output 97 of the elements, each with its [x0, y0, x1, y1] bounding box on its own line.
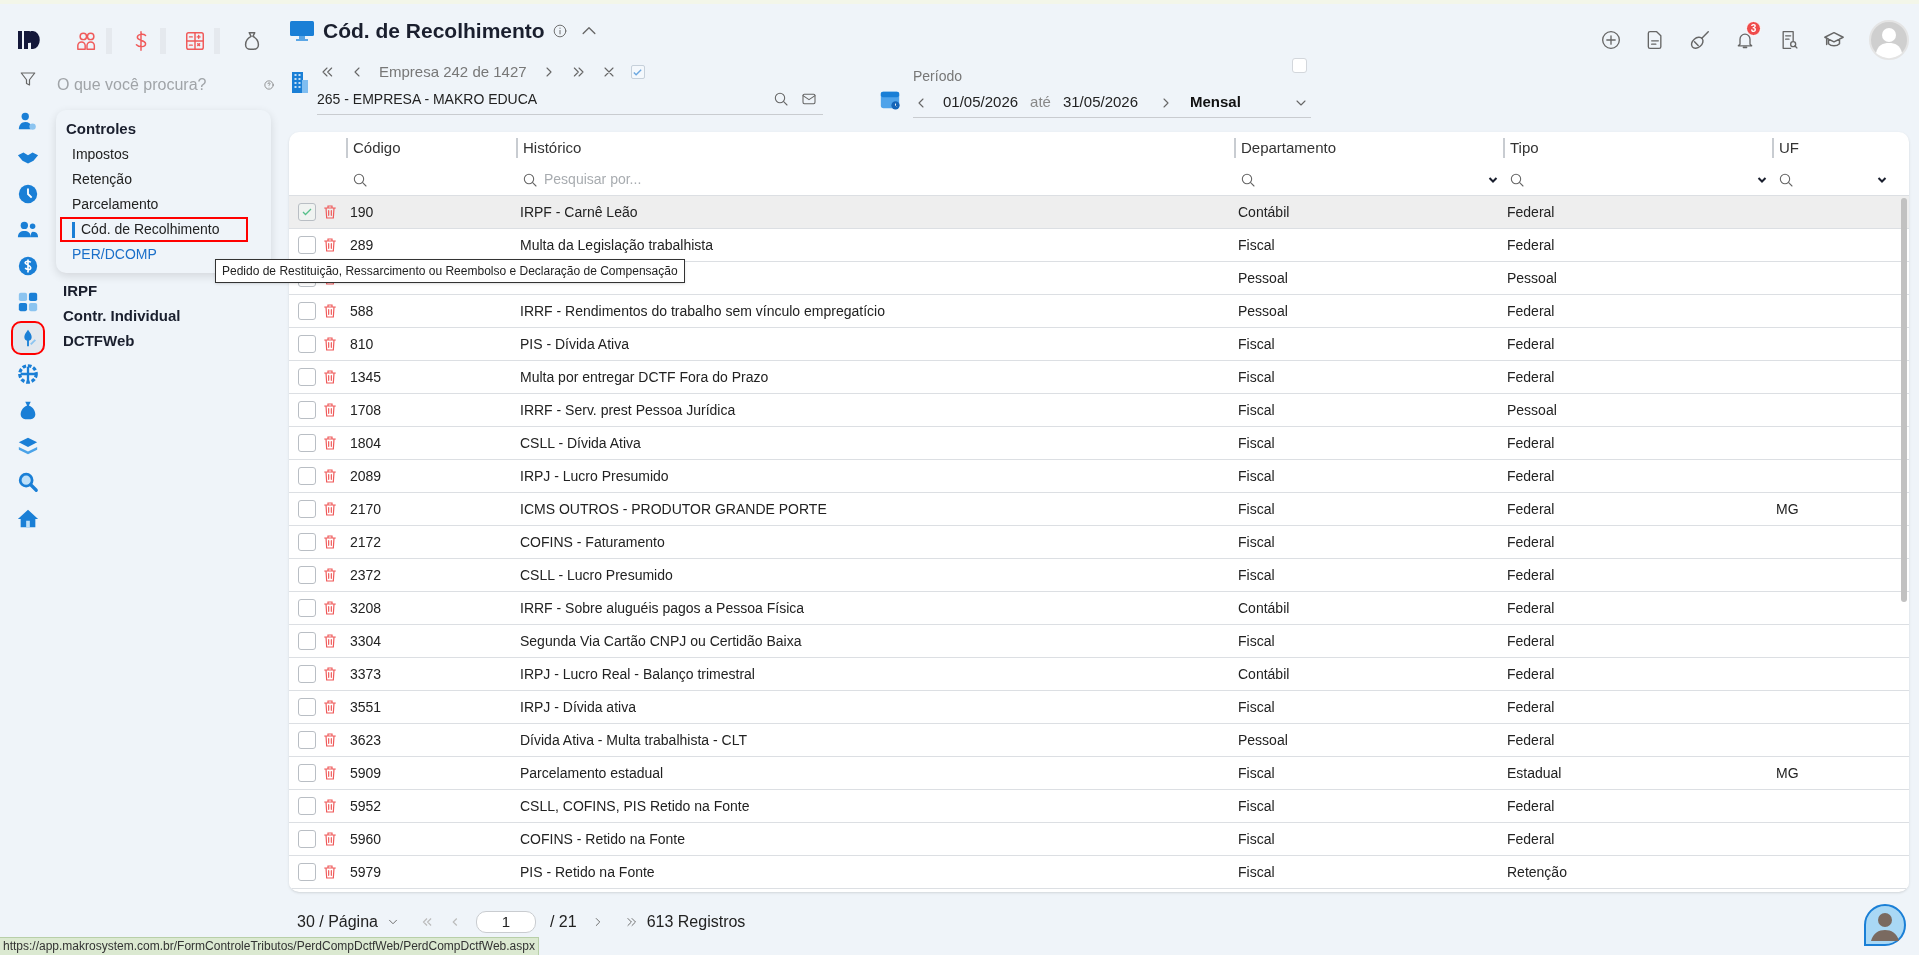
company-name: 265 - EMPRESA - MAKRO EDUCA — [317, 89, 539, 109]
table-cell: IRPF - Carnê Leão — [520, 203, 638, 220]
table-cell: 3304 — [350, 632, 382, 649]
table-cell: Federal — [1507, 467, 1555, 484]
table-cell: Fiscal — [1238, 632, 1275, 649]
table-cell: COFINS - Faturamento — [520, 533, 665, 550]
table-cell: CSLL, COFINS, PIS Retido na Fonte — [520, 797, 750, 814]
table-cell: 3373 — [350, 665, 382, 682]
table-cell: Federal — [1507, 203, 1555, 220]
table-cell: Federal — [1507, 500, 1555, 517]
table-cell: MG — [1776, 764, 1799, 781]
table-cell: Multa da Legislação trabalhista — [520, 236, 713, 253]
table-cell: MG — [1776, 500, 1799, 517]
table-cell: 1345 — [350, 368, 382, 385]
notification-badge: 3 — [1746, 21, 1761, 36]
table-cell: 2372 — [350, 566, 382, 583]
table-cell: 2172 — [350, 533, 382, 550]
table-cell: 289 — [350, 236, 374, 253]
table-cell: Federal — [1507, 830, 1555, 847]
table-cell: 5979 — [350, 863, 382, 880]
total-pages: / 21 — [549, 912, 577, 932]
table-cell: Parcelamento estadual — [520, 764, 664, 781]
table-cell: Pessoal — [1238, 269, 1288, 286]
table-cell: Fiscal — [1238, 533, 1275, 550]
period-label: Período — [913, 67, 963, 86]
table-cell: Federal — [1507, 698, 1555, 715]
table-cell: 3208 — [350, 599, 382, 616]
table-cell: Fiscal — [1238, 368, 1275, 385]
table-cell: Fiscal — [1238, 830, 1275, 847]
table-cell: IRPJ - Lucro Presumido — [520, 467, 669, 484]
table-cell: PIS - Retido na Fonte — [520, 863, 655, 880]
table-cell: CSLL - Dívida Ativa — [520, 434, 641, 451]
table-cell: 1708 — [350, 401, 382, 418]
table-cell: 2089 — [350, 467, 382, 484]
status-url: https://app.makrosystem.com.br/FormControleTributos/PerdCompDctfWeb/PerdCompDctfWeb.aspx — [0, 937, 539, 955]
table-cell: Pessoal — [1507, 269, 1557, 286]
table-cell: Fiscal — [1238, 335, 1275, 352]
table-cell: IRPJ - Dívida ativa — [520, 698, 636, 715]
table-cell: Fiscal — [1238, 401, 1275, 418]
table-cell: Federal — [1507, 797, 1555, 814]
table-cell: 190 — [350, 203, 374, 220]
table-cell: Dívida Ativa - Multa trabalhista - CLT — [520, 731, 747, 748]
table-cell: Fiscal — [1238, 797, 1275, 814]
table-cell: Federal — [1507, 434, 1555, 451]
table-cell: Fiscal — [1238, 764, 1275, 781]
table-cell: Federal — [1507, 533, 1555, 550]
table-cell: 3623 — [350, 731, 382, 748]
table-cell: Fiscal — [1238, 500, 1275, 517]
table-cell: CSLL - Lucro Presumido — [520, 566, 673, 583]
tooltip: Pedido de Restituição, Ressarcimento ou Reembolso e Declaração de Compensação — [215, 259, 685, 283]
table-cell: COFINS - Retido na Fonte — [520, 830, 685, 847]
table-cell: 5952 — [350, 797, 382, 814]
table-cell: 3551 — [350, 698, 382, 715]
table-cell: ICMS OUTROS - PRODUTOR GRANDE PORTE — [520, 500, 827, 517]
table-cell: Contábil — [1238, 203, 1290, 220]
table-cell: Estadual — [1507, 764, 1562, 781]
table-cell: Federal — [1507, 599, 1555, 616]
table-cell: Contábil — [1238, 599, 1290, 616]
table-cell: Federal — [1507, 236, 1555, 253]
table-cell: Fiscal — [1238, 698, 1275, 715]
table-cell: Federal — [1507, 368, 1555, 385]
table-cell: Federal — [1507, 632, 1555, 649]
date-from: 01/05/2026 — [943, 92, 1019, 113]
table-cell: Federal — [1507, 566, 1555, 583]
table-cell: Segunda Via Cartão CNPJ ou Certidão Baixa — [520, 632, 802, 649]
table-cell: Fiscal — [1238, 434, 1275, 451]
table-cell: IRRF - Rendimentos do trabalho sem vínculo empregatício — [520, 302, 885, 319]
table-cell: Fiscal — [1238, 236, 1275, 253]
table-cell: 5909 — [350, 764, 382, 781]
table-cell: IRRF - Sobre aluguéis pagos a Pessoa Física — [520, 599, 805, 616]
table-cell: Federal — [1507, 302, 1555, 319]
table-cell: Contábil — [1238, 665, 1290, 682]
table-cell: Fiscal — [1238, 863, 1275, 880]
table-cell: IRPJ - Lucro Real - Balanço trimestral — [520, 665, 755, 682]
menu-heading: Controles — [66, 119, 137, 139]
table-cell: Federal — [1507, 335, 1555, 352]
table-cell: 810 — [350, 335, 374, 352]
table-cell: Fiscal — [1238, 566, 1275, 583]
date-to: 31/05/2026 — [1062, 92, 1138, 113]
company-position: Empresa 242 de 1427 — [379, 61, 527, 82]
table-cell: 5960 — [350, 830, 382, 847]
table-cell: Multa por entregar DCTF Fora do Prazo — [520, 368, 769, 385]
table-cell: Fiscal — [1238, 467, 1275, 484]
table-cell: Pessoal — [1507, 401, 1557, 418]
table-cell: 1804 — [350, 434, 382, 451]
table-cell: 2170 — [350, 500, 382, 517]
table-cell: 588 — [350, 302, 374, 319]
table-cell: Retenção — [1507, 863, 1567, 880]
table-cell: Federal — [1507, 731, 1555, 748]
date-separator: até — [1030, 92, 1051, 113]
page-title: Cód. de Recolhimento — [323, 18, 545, 45]
records-count: 613 Registros — [646, 912, 746, 932]
table-cell: PIS - Dívida Ativa — [520, 335, 629, 352]
table-cell: Pessoal — [1238, 302, 1288, 319]
table-cell: IRRF - Serv. prest Pessoa Jurídica — [520, 401, 736, 418]
table-cell: Pessoal — [1238, 731, 1288, 748]
table-cell: Federal — [1507, 665, 1555, 682]
